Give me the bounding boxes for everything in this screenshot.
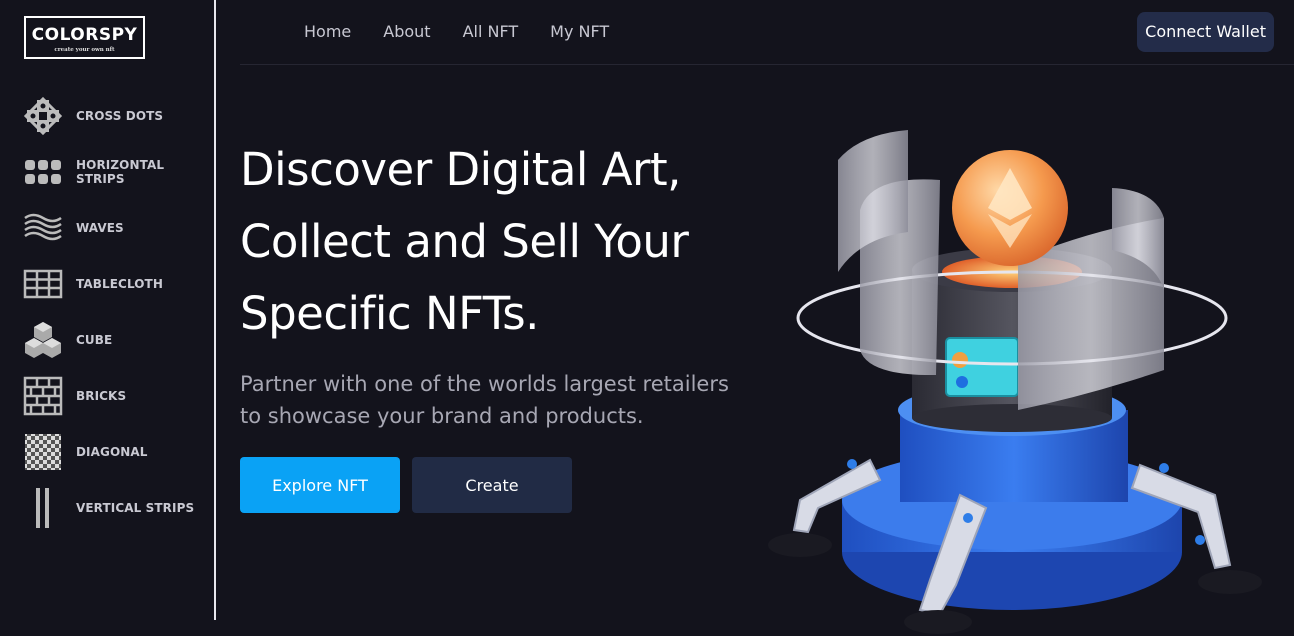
menu-item-cross-dots[interactable]: CROSS DOTS bbox=[22, 88, 212, 144]
hero-title-line: Specific NFTs. bbox=[240, 287, 540, 340]
menu-item-tablecloth[interactable]: TABLECLOTH bbox=[22, 256, 212, 312]
menu-label: WAVES bbox=[76, 221, 124, 235]
nav-link-my-nft[interactable]: My NFT bbox=[550, 22, 609, 41]
menu-item-waves[interactable]: WAVES bbox=[22, 200, 212, 256]
nav-links: Home About All NFT My NFT bbox=[304, 22, 641, 41]
nav-link-about[interactable]: About bbox=[383, 22, 430, 41]
logo-title: COLORSPY bbox=[31, 25, 138, 45]
pattern-menu: CROSS DOTS HORIZONTAL STRIPS WAVES TABLE… bbox=[22, 88, 212, 536]
menu-label: CUBE bbox=[76, 333, 113, 347]
explore-nft-button[interactable]: Explore NFT bbox=[240, 457, 400, 513]
menu-item-cube[interactable]: CUBE bbox=[22, 312, 212, 368]
diagonal-icon bbox=[22, 432, 64, 472]
top-navigation: Home About All NFT My NFT Connect Wallet bbox=[240, 0, 1294, 65]
logo[interactable]: COLORSPY create your own nft bbox=[24, 16, 145, 59]
menu-label: VERTICAL STRIPS bbox=[76, 501, 195, 515]
menu-label: HORIZONTAL STRIPS bbox=[76, 158, 165, 186]
hero-title-line: Discover Digital Art, bbox=[240, 143, 681, 196]
menu-label: CROSS DOTS bbox=[76, 109, 164, 123]
bricks-icon bbox=[22, 376, 64, 416]
page: COLORSPY create your own nft CROSS DOTS … bbox=[0, 0, 1294, 636]
menu-item-bricks[interactable]: BRICKS bbox=[22, 368, 212, 424]
create-button[interactable]: Create bbox=[412, 457, 572, 513]
waves-icon bbox=[22, 208, 64, 248]
cross-dots-icon bbox=[22, 96, 64, 136]
sidebar: COLORSPY create your own nft CROSS DOTS … bbox=[0, 0, 216, 620]
menu-item-vertical-strips[interactable]: VERTICAL STRIPS bbox=[22, 480, 212, 536]
hero-title-line: Collect and Sell Your bbox=[240, 215, 689, 268]
hero-subtitle-line: to showcase your brand and products. bbox=[240, 404, 644, 428]
menu-label: BRICKS bbox=[76, 389, 127, 403]
vertical-strips-icon bbox=[22, 488, 64, 528]
connect-wallet-button[interactable]: Connect Wallet bbox=[1137, 12, 1274, 52]
hero-illustration bbox=[768, 130, 1262, 634]
horizontal-strips-icon bbox=[22, 152, 64, 192]
menu-item-horizontal-strips[interactable]: HORIZONTAL STRIPS bbox=[22, 144, 212, 200]
nav-link-all-nft[interactable]: All NFT bbox=[463, 22, 519, 41]
cube-icon bbox=[22, 320, 64, 360]
menu-item-diagonal[interactable]: DIAGONAL bbox=[22, 424, 212, 480]
hero-subtitle: Partner with one of the worlds largest r… bbox=[240, 368, 780, 432]
menu-label: TABLECLOTH bbox=[76, 277, 163, 291]
menu-label: DIAGONAL bbox=[76, 445, 148, 459]
hero-title: Discover Digital Art, Collect and Sell Y… bbox=[240, 134, 760, 350]
hero-subtitle-line: Partner with one of the worlds largest r… bbox=[240, 372, 729, 396]
logo-tagline: create your own nft bbox=[54, 47, 115, 53]
tablecloth-icon bbox=[22, 264, 64, 304]
nav-link-home[interactable]: Home bbox=[304, 22, 351, 41]
